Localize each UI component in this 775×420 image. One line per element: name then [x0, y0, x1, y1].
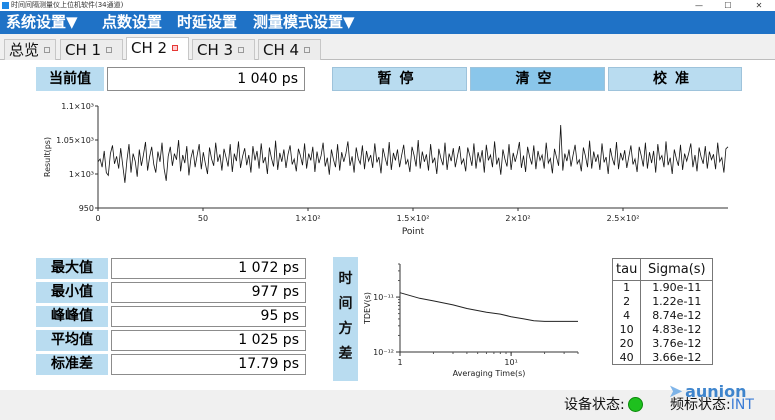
table-row: 10 4.83e-12 [611, 322, 714, 337]
tab-ch3[interactable]: CH 3 [192, 39, 255, 60]
window-titlebar: 时间间隔测量仪上位机软件(34通道) — ☐ ✕ [0, 0, 775, 11]
sigma-table: tau Sigma(s) 1 1.90e-11 2 1.22e-11 4 8.74e-12… [611, 258, 714, 365]
maximize-button[interactable]: ☐ [717, 0, 739, 11]
tdev-chart: 10⁻¹² 10⁻¹¹ 1 10¹ Averaging Time(s) TDEV(s) [363, 263, 579, 378]
tab-ch1[interactable]: CH 1 [60, 39, 123, 60]
stat-value: 95 ps [111, 306, 306, 327]
device-status-label: 设备状态: [564, 397, 625, 413]
stat-value: 1 072 ps [111, 258, 306, 279]
current-value-label: 当前值 [36, 67, 104, 91]
device-status-led-icon [627, 397, 643, 412]
table-row: 4 8.74e-12 [611, 308, 714, 323]
device-status: 设备状态: [564, 394, 643, 414]
stat-label: 最大值 [36, 258, 108, 279]
variance-char: 时 [338, 271, 353, 287]
y-axis-label: Result(ps) [43, 137, 52, 177]
stat-value: 1 025 ps [111, 330, 306, 351]
variance-char: 方 [338, 321, 353, 337]
tab-label: CH 1 [65, 41, 102, 59]
x-tick-label: 1.5×10² [397, 214, 430, 223]
app-icon [2, 2, 9, 9]
tab-label: CH 4 [263, 41, 300, 59]
sigma-cell: 8.74e-12 [640, 308, 714, 323]
sigma-cell: 3.66e-12 [640, 350, 714, 365]
sigma-cell: 3.76e-12 [640, 336, 714, 351]
logo-text: aunion [685, 382, 747, 401]
table-row: 40 3.66e-12 [611, 350, 714, 365]
current-value-display: 1 040 ps [107, 67, 305, 91]
sigma-cell: 1.22e-11 [640, 294, 714, 309]
tab-close-icon[interactable] [106, 47, 113, 53]
tab-ch2[interactable]: CH 2 [126, 37, 189, 61]
time-variance-label: 时 间 方 差 [333, 257, 358, 381]
tau-cell: 1 [611, 280, 642, 295]
menu-bar: 系统设置▼ 点数设置 时延设置 测量模式设置▼ [0, 11, 775, 34]
y-axis-label: TDEV(s) [363, 292, 372, 325]
x-tick-label: 50 [198, 214, 208, 223]
tab-close-icon[interactable] [44, 47, 51, 53]
tab-label: 总览 [9, 41, 40, 59]
variance-char: 间 [338, 296, 353, 312]
y-tick-label: 1×10³ [69, 170, 94, 179]
tab-close-icon[interactable] [304, 47, 311, 53]
table-row: 1 1.90e-11 [611, 280, 714, 295]
stat-label: 峰峰值 [36, 306, 108, 327]
menu-system-settings[interactable]: 系统设置▼ [6, 12, 78, 33]
variance-char: 差 [338, 346, 353, 362]
y-tick-label: 10⁻¹² [373, 348, 394, 357]
sigma-cell: 1.90e-11 [640, 280, 714, 295]
table-row: 20 3.76e-12 [611, 336, 714, 351]
stat-value: 17.79 ps [111, 354, 306, 375]
clear-button[interactable]: 清空 [470, 67, 605, 91]
x-tick-label: 2×10² [505, 214, 530, 223]
x-tick-label: 10¹ [504, 358, 517, 367]
tdev-series-line [399, 292, 578, 322]
stat-label: 最小值 [36, 282, 108, 303]
column-header-tau: tau [611, 258, 642, 281]
x-axis-label: Point [402, 227, 425, 237]
company-logo: ➤ aunion [668, 381, 747, 402]
channel-tabs: 总览 CH 1 CH 2 CH 3 CH 4 [0, 37, 775, 61]
paper-plane-icon: ➤ [668, 381, 684, 402]
y-tick-label: 10⁻¹¹ [373, 293, 394, 302]
y-tick-label: 950 [79, 204, 94, 213]
x-axis-label: Averaging Time(s) [453, 369, 526, 378]
tab-overview[interactable]: 总览 [4, 39, 56, 60]
column-header-sigma: Sigma(s) [640, 258, 714, 281]
tau-cell: 2 [611, 294, 642, 309]
stat-label: 平均值 [36, 330, 108, 351]
sigma-cell: 4.83e-12 [640, 322, 714, 337]
tau-cell: 40 [611, 350, 642, 365]
tau-cell: 20 [611, 336, 642, 351]
calibrate-button[interactable]: 校准 [608, 67, 742, 91]
tab-ch4[interactable]: CH 4 [258, 39, 321, 60]
x-tick-label: 2.5×10² [607, 214, 640, 223]
menu-measure-mode-settings[interactable]: 测量模式设置▼ [253, 12, 355, 33]
result-series-line [97, 124, 729, 183]
close-window-button[interactable]: ✕ [748, 0, 770, 11]
tab-close-icon[interactable] [238, 47, 245, 53]
y-tick-label: 1.05×10³ [56, 136, 94, 145]
menu-delay-settings[interactable]: 时延设置 [177, 12, 237, 33]
x-tick-label: 1 [397, 358, 402, 367]
stat-value: 977 ps [111, 282, 306, 303]
stat-label: 标准差 [36, 354, 108, 375]
window-title: 时间间隔测量仪上位机软件(34通道) [11, 1, 124, 9]
x-tick-label: 1×10² [295, 214, 320, 223]
tau-cell: 10 [611, 322, 642, 337]
x-tick-label: 0 [95, 214, 100, 223]
tab-close-icon[interactable] [172, 45, 179, 51]
tab-label: CH 2 [131, 39, 168, 57]
minimize-button[interactable]: — [688, 0, 710, 11]
y-tick-label: 1.1×10³ [61, 102, 94, 111]
menu-points-settings[interactable]: 点数设置 [102, 12, 162, 33]
tab-label: CH 3 [197, 41, 234, 59]
pause-button[interactable]: 暂停 [332, 67, 467, 91]
result-chart: 950 1×10³ 1.05×10³ 1.1×10³ 0 50 1×10² 1.5×10² 2×… [43, 102, 729, 237]
tau-cell: 4 [611, 308, 642, 323]
table-row: 2 1.22e-11 [611, 294, 714, 309]
